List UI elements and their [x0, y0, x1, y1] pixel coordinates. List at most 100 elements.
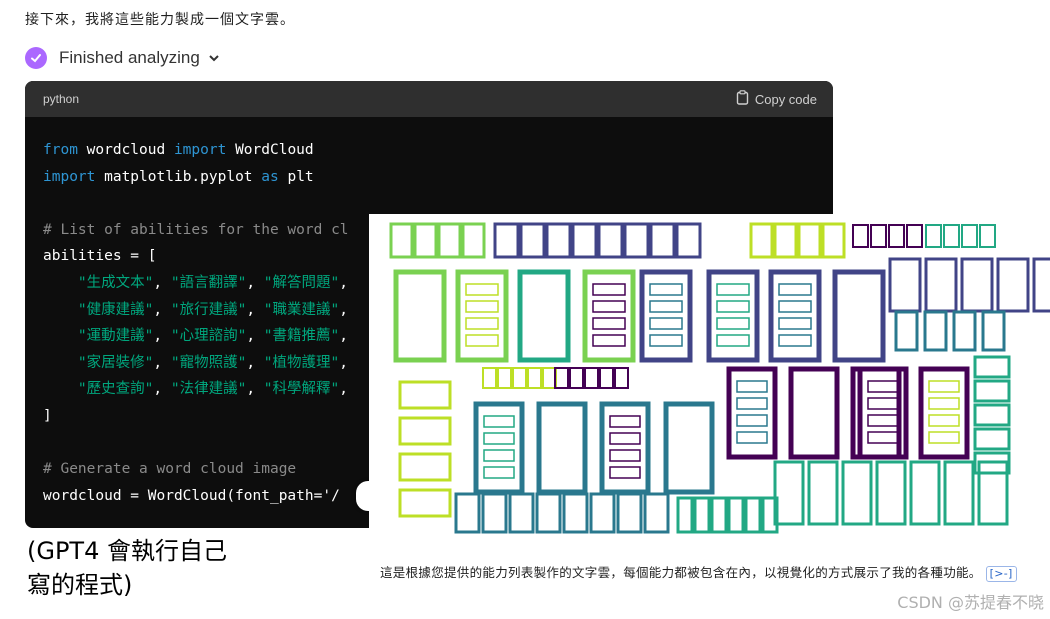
wordcloud-glyph: [592, 334, 626, 347]
code-token: ,: [153, 274, 171, 291]
wordcloud-glyph: [483, 449, 515, 462]
code-token: ]: [43, 407, 52, 424]
wordcloud-glyph: [676, 496, 694, 534]
wordcloud-glyph: [437, 222, 462, 259]
wordcloud-glyph: [768, 269, 822, 363]
wordcloud-glyph: [744, 496, 762, 534]
wordcloud-glyph: [928, 397, 960, 410]
wordcloud-glyph: [778, 283, 812, 296]
wordcloud-glyph: [841, 460, 873, 526]
wordcloud-glyph: [616, 492, 643, 534]
wordcloud-glyph: [519, 222, 546, 259]
wordcloud-glyph: [649, 300, 683, 313]
code-token: "生成文本": [77, 274, 154, 291]
code-token: ,: [153, 328, 171, 345]
code-token: ,: [339, 381, 348, 398]
wordcloud-glyph: [483, 415, 515, 428]
wordcloud-glyph: [909, 460, 941, 526]
code-token: ,: [339, 328, 348, 345]
code-line: import matplotlib.pyplot as plt: [43, 164, 833, 191]
wordcloud-description: 這是根據您提供的能力列表製作的文字雲，每個能力都被包含在內，以視覺化的方式展示了…: [380, 560, 1045, 586]
wordcloud-glyph: [924, 257, 958, 313]
wordcloud-glyph: [706, 269, 760, 363]
wordcloud-glyph: [716, 283, 750, 296]
wordcloud-glyph: [589, 492, 616, 534]
wordcloud-glyph: [398, 452, 452, 482]
description-text: 這是根據您提供的能力列表製作的文字雲，每個能力都被包含在內，以視覺化的方式展示了…: [380, 565, 982, 580]
code-token: "運動建議": [77, 328, 154, 345]
wordcloud-glyph: [778, 334, 812, 347]
wordcloud-glyph: [923, 310, 948, 352]
code-line: from wordcloud import WordCloud: [43, 137, 833, 164]
code-token: "解答問題": [263, 274, 340, 291]
wordcloud-glyph: [512, 367, 527, 389]
wordcloud-glyph: [461, 222, 486, 259]
wordcloud-glyph: [727, 496, 745, 534]
wordcloud-glyph: [749, 222, 774, 259]
wordcloud-glyph: [736, 397, 768, 410]
chevron-down-icon[interactable]: [208, 52, 220, 64]
copy-code-label: Copy code: [754, 91, 817, 107]
wordcloud-glyph: [977, 460, 1009, 526]
wordcloud-glyph: [493, 222, 520, 259]
wordcloud-glyph: [726, 366, 778, 460]
wordcloud-glyph: [867, 414, 899, 427]
caption: (GPT4 會執行自己 寫的程式): [27, 534, 227, 602]
wordcloud-glyph: [582, 269, 636, 363]
code-token: # List of abilities for the word cl: [43, 221, 349, 238]
wordcloud-glyph: [888, 224, 905, 248]
wordcloud-glyph: [888, 257, 922, 313]
code-token: ,: [153, 301, 171, 318]
caption-line: 寫的程式): [27, 571, 133, 599]
citation-link[interactable]: [>-]: [985, 566, 1017, 582]
wordcloud-glyph: [928, 414, 960, 427]
wordcloud-glyph: [508, 492, 535, 534]
wordcloud-glyph: [473, 401, 525, 495]
wordcloud-glyph: [736, 380, 768, 393]
wordcloud-glyph: [571, 222, 598, 259]
wordcloud-glyph: [497, 367, 512, 389]
code-token: "書籍推薦": [263, 328, 340, 345]
wordcloud-glyph: [455, 269, 509, 363]
wordcloud-glyph: [773, 460, 805, 526]
code-token: "職業建議": [263, 301, 340, 318]
analysis-status[interactable]: Finished analyzing: [25, 46, 220, 70]
copy-code-button[interactable]: Copy code: [736, 90, 817, 108]
wordcloud-glyph: [535, 492, 562, 534]
wordcloud-glyph: [398, 488, 452, 518]
wordcloud-glyph: [807, 460, 839, 526]
wordcloud-glyph: [465, 334, 499, 347]
wordcloud-glyph: [797, 222, 822, 259]
code-token: import: [173, 142, 227, 158]
wordcloud-glyph: [639, 269, 693, 363]
wordcloud-glyph: [527, 367, 542, 389]
wordcloud-glyph: [584, 367, 599, 389]
wordcloud-glyph: [832, 269, 886, 363]
code-token: wordcloud = WordCloud(font_path='/: [43, 487, 340, 504]
wordcloud-glyph: [961, 224, 978, 248]
code-token: WordCloud: [226, 142, 314, 158]
wordcloud-glyph: [952, 310, 977, 352]
code-token: ,: [246, 381, 264, 398]
wordcloud-glyph: [614, 367, 629, 389]
code-token: ,: [246, 328, 264, 345]
code-token: "健康建議": [77, 301, 154, 318]
wordcloud-glyph: [981, 310, 1006, 352]
code-token: ,: [153, 381, 171, 398]
wordcloud-glyph: [943, 224, 960, 248]
code-token: ,: [246, 301, 264, 318]
wordcloud-glyph: [649, 283, 683, 296]
wordcloud-glyph: [736, 431, 768, 444]
code-token: plt: [278, 168, 314, 185]
wordcloud-glyph: [663, 401, 715, 495]
check-icon: [25, 47, 47, 69]
wordcloud-glyph: [623, 222, 650, 259]
code-token: "語言翻譯": [170, 274, 247, 291]
code-token: ,: [339, 354, 348, 371]
wordcloud-glyph: [465, 283, 499, 296]
wordcloud-glyph: [973, 379, 1011, 403]
